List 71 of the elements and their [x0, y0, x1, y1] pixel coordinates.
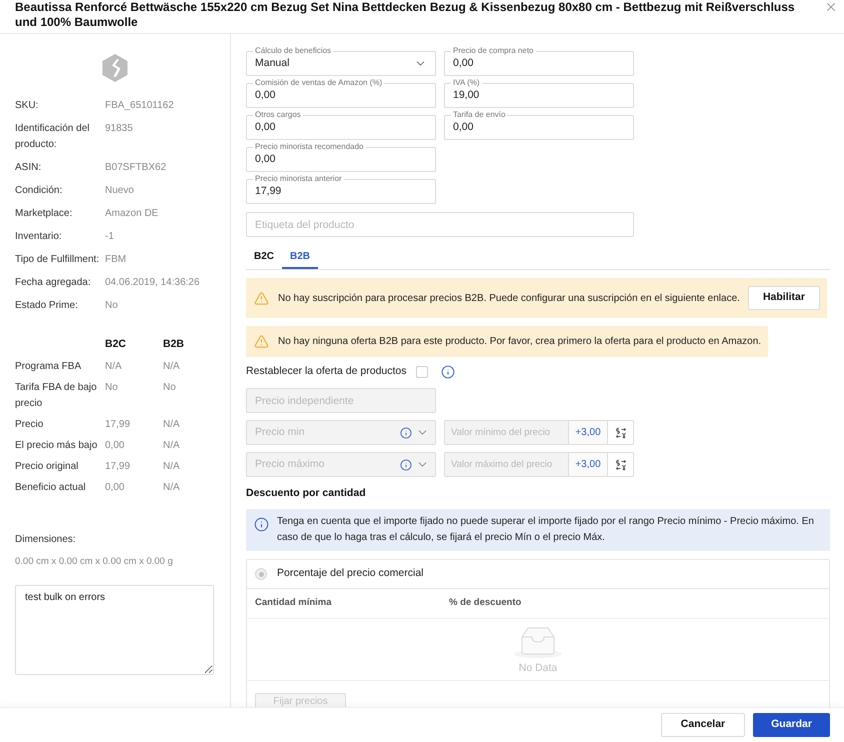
- row-label: El precio más bajo: [15, 439, 98, 453]
- column-header: B2B: [163, 337, 186, 352]
- info-label: Tipo de Fulfillment:: [15, 253, 100, 267]
- info-value: 91835: [105, 122, 134, 136]
- tab[interactable]: B2B: [282, 245, 318, 269]
- info-value: 04.06.2019, 14:36:26: [105, 276, 201, 290]
- section-title: Descuento por cantidad: [246, 486, 366, 500]
- warning-icon: [254, 334, 269, 349]
- cancel-button[interactable]: Cancelar: [660, 713, 746, 737]
- info-icon: [254, 517, 269, 532]
- field-label: Otros cargos: [253, 109, 303, 121]
- info-icon: [400, 458, 412, 470]
- table-cell-text: N/A: [105, 360, 123, 374]
- checkbox[interactable]: [416, 366, 428, 378]
- close-icon[interactable]: [824, 0, 838, 14]
- info-label: Inventario:: [15, 230, 63, 244]
- field-label: IVA (%): [451, 77, 482, 89]
- info-label: Condición:: [15, 184, 64, 198]
- info-label: SKU:: [15, 99, 40, 113]
- table-cell-text: 0,00: [105, 439, 126, 453]
- table-cell-text: N/A: [163, 439, 181, 453]
- product-label-field[interactable]: Etiqueta del producto: [246, 212, 634, 237]
- alert-text: No hay ninguna oferta B2B para este producto. Por favor, crea primero la oferta para el producto en Amazon.: [278, 335, 762, 349]
- table-cell-text: 0,00: [105, 481, 126, 495]
- info-text: Tenga en cuenta que el importe fijado no puede superar el importe fijado por el rango Precio mínimo - Precio máximo. En caso de que lo haga tras el cálculo, se fijará el precio Mín o el precio Máx.: [277, 515, 815, 545]
- hexagon-logo-icon: [101, 53, 129, 83]
- save-button[interactable]: Guardar: [753, 713, 830, 737]
- field-label: Precio de compra neto: [451, 45, 536, 57]
- info-label: Marketplace:: [15, 207, 74, 221]
- row-label: Precio original: [15, 460, 80, 474]
- notes-textarea[interactable]: test bulk on errors: [15, 585, 214, 675]
- info-label: ASIN:: [15, 161, 42, 175]
- tab[interactable]: B2C: [246, 245, 282, 269]
- radio-label: Porcentaje del precio comercial: [277, 566, 424, 582]
- empty-text: No Data: [518, 662, 558, 674]
- row-label: Programa FBA: [15, 360, 82, 374]
- row-label: Beneficio actual: [15, 481, 87, 495]
- info-value: No: [105, 299, 119, 313]
- info-label: Identificación del producto:: [15, 122, 90, 152]
- info-icon: [400, 426, 412, 438]
- reset-offer-label: Restablecer la oferta de productos: [246, 364, 407, 380]
- info-value: Amazon DE: [105, 207, 160, 221]
- info-value: Nuevo: [105, 184, 135, 198]
- column-header: B2C: [105, 337, 128, 352]
- table-cell-text: N/A: [163, 460, 181, 474]
- dimensions-label: Dimensiones:: [15, 533, 76, 547]
- enable-button[interactable]: Habilitar: [748, 286, 820, 310]
- row-label: Precio: [15, 418, 44, 432]
- row-label: Tarifa FBA de bajo precio: [15, 381, 98, 411]
- table-cell-text: No: [105, 381, 119, 395]
- alert-text: No hay suscripción para procesar precios B2B. Puede configurar una suscripción en el siguiente enlace.: [278, 292, 740, 306]
- warning-icon: [254, 290, 269, 306]
- dimensions-value: 0.00 cm x 0.00 cm x 0.00 cm x 0.00 g: [15, 555, 173, 569]
- empty-inbox-icon: [513, 626, 563, 658]
- column-header: % de descuento: [449, 596, 522, 610]
- info-icon[interactable]: [440, 365, 455, 379]
- table-cell-text: No: [163, 381, 177, 395]
- table-cell-text: N/A: [163, 360, 181, 374]
- column-header: Cantidad mínima: [255, 596, 333, 610]
- table-cell-text: N/A: [163, 481, 181, 495]
- info-value: FBM: [105, 253, 128, 267]
- info-value: FBA_65101162: [105, 99, 175, 113]
- table-cell-text: 17,99: [105, 418, 132, 432]
- info-value: -1: [105, 230, 115, 244]
- table-cell-text: N/A: [163, 418, 181, 432]
- info-label: Fecha agregada:: [15, 276, 92, 290]
- dialog-title: Beautissa Renforcé Bettwäsche 155x220 cm Bezug Set Nina Bettdecken Bezug & Kissenbezug 80x80 cm - Bettbezug mit Reißverschluss und 100% Baumwolle: [15, 0, 796, 30]
- info-value: B07SFTBX62: [105, 161, 168, 175]
- field-label: Comisión de ventas de Amazon (%): [253, 77, 384, 89]
- info-label: Estado Prime:: [15, 299, 79, 313]
- table-cell-text: 17,99: [105, 460, 132, 474]
